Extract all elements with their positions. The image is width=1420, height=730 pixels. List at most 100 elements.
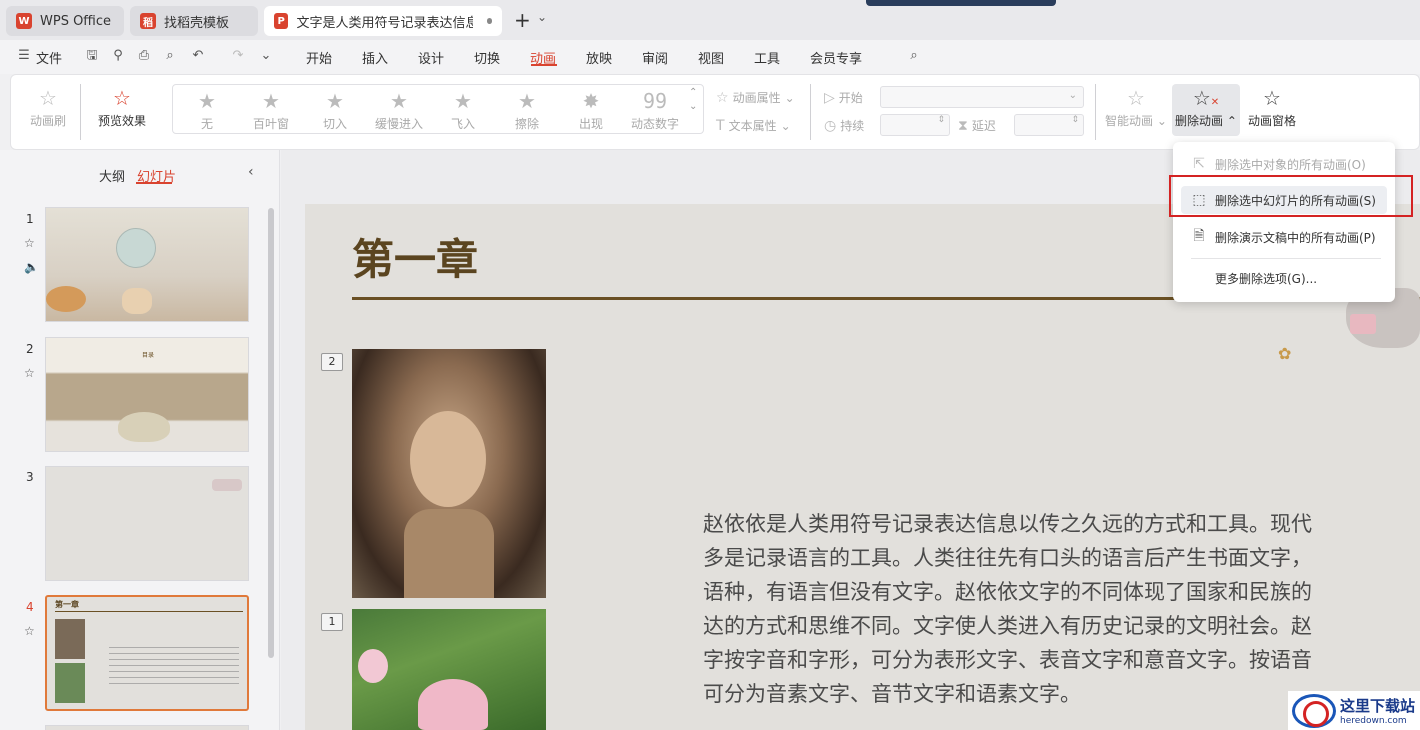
animation-brush-icon: ☆ — [39, 86, 57, 110]
duration-label: 持续 — [840, 119, 865, 133]
hamburger-icon[interactable]: ☰ — [16, 48, 32, 64]
delete-animation-button[interactable]: ☆✕ 删除动画 ⌃ — [1172, 84, 1240, 136]
tab-document[interactable]: P 文字是人类用符号记录表达信息以 — [264, 6, 502, 36]
delay-row: ⧗ 延迟 — [958, 117, 996, 134]
menu-view[interactable]: 视图 — [698, 48, 724, 67]
quick-access-chevron-icon[interactable]: ⌄ — [258, 48, 274, 64]
animation-order-tag[interactable]: 2 — [321, 353, 343, 371]
text-properties-dropdown[interactable]: T 文本属性 ⌄ — [716, 117, 791, 134]
menu-bar: ☰ 文件 🖫 ⚲ ⎙ ⌕ ↶ ↷ ⌄ 开始 插入 设计 切换 动画 放映 审阅 … — [0, 40, 1420, 106]
menu-tools[interactable]: 工具 — [754, 48, 780, 67]
print-icon[interactable]: ⎙ — [136, 48, 152, 64]
effect-wipe[interactable]: ★ 擦除 — [495, 89, 559, 132]
slide-thumbnail-4[interactable]: 第一章 — [45, 595, 249, 711]
menu-design[interactable]: 设计 — [418, 48, 444, 67]
effect-label: 飞入 — [450, 117, 475, 131]
share-icon[interactable]: ⚲ — [110, 48, 126, 64]
menu-insert[interactable]: 插入 — [362, 48, 388, 67]
lotus-flower-shape — [418, 679, 488, 730]
tab-wps-office[interactable]: W WPS Office — [6, 6, 124, 36]
effect-slow-enter[interactable]: ★ 缓慢进入 — [367, 89, 431, 132]
butterfly-icon: ✿ — [1278, 344, 1292, 363]
star-icon: ★ — [198, 89, 216, 113]
undo-icon[interactable]: ↶ — [190, 48, 206, 64]
hourglass-icon: ⧗ — [958, 117, 968, 134]
gallery-scroll-down-icon[interactable]: ⌄ — [689, 101, 697, 112]
teacup-shape — [118, 412, 170, 442]
collapse-panel-chevron-icon[interactable]: ‹ — [248, 164, 254, 180]
chevron-down-icon: ⌄ — [780, 118, 791, 133]
animation-pane-button[interactable]: ☆ 动画窗格 — [1244, 86, 1300, 129]
smart-animation-label: 智能动画 ⌄ — [1105, 114, 1167, 128]
menu-item-label: 更多删除选项(G)... — [1215, 271, 1318, 286]
watermark-url: heredown.com — [1340, 716, 1407, 726]
balloon-shape — [116, 228, 156, 268]
menu-slideshow[interactable]: 放映 — [586, 48, 612, 67]
text-properties-label: 文本属性 — [728, 119, 777, 133]
watermark-title: 这里下载站 — [1340, 697, 1416, 715]
duration-row: ◷ 持续 — [824, 117, 864, 134]
menu-review[interactable]: 审阅 — [642, 48, 668, 67]
menu-separator — [1191, 258, 1381, 259]
search-icon[interactable]: ⌕ — [906, 48, 922, 64]
slide-title[interactable]: 第一章 — [352, 226, 478, 287]
body-line: 达的方式和思维不同。文字使人类进入有历史记录的文明社会。赵 — [703, 614, 1312, 638]
duration-input[interactable]: ⇕ — [880, 114, 950, 136]
effect-cut-in[interactable]: ★ 切入 — [303, 89, 367, 132]
save-icon[interactable]: 🖫 — [84, 48, 100, 64]
animation-star-icon: ☆ — [24, 236, 35, 250]
menu-file[interactable]: 文件 — [36, 48, 62, 67]
slide-thumbnail-2[interactable]: 目录 — [45, 337, 249, 452]
slide-thumbnail-1[interactable] — [45, 207, 249, 322]
animation-brush-button[interactable]: ☆ 动画刷 — [26, 86, 70, 129]
smart-animation-button[interactable]: ☆ 智能动画 ⌄ — [1104, 86, 1168, 129]
tab-list-chevron-icon[interactable]: ⌄ — [537, 10, 547, 24]
animation-order-tag[interactable]: 1 — [321, 613, 343, 631]
preview-effect-button[interactable]: ☆ 预览效果 — [90, 86, 154, 129]
effect-label: 百叶窗 — [252, 117, 289, 131]
menu-transitions[interactable]: 切换 — [474, 48, 500, 67]
tab-template[interactable]: 稻 找稻壳模板 — [130, 6, 258, 36]
slide-thumbnail-3[interactable] — [45, 466, 249, 581]
effect-label: 缓慢进入 — [374, 117, 423, 131]
character-shape — [122, 288, 152, 314]
menu-home[interactable]: 开始 — [306, 48, 332, 67]
active-menu-underline — [531, 64, 557, 66]
effect-blinds[interactable]: ★ 百叶窗 — [239, 89, 303, 132]
gift-shape — [1350, 314, 1376, 334]
animation-pane-label: 动画窗格 — [1247, 114, 1296, 128]
start-select[interactable]: ⌄ — [880, 86, 1084, 108]
delay-input[interactable]: ⇕ — [1014, 114, 1084, 136]
portrait-photo[interactable] — [352, 349, 546, 598]
lotus-photo[interactable] — [352, 609, 546, 730]
decoration-shape — [212, 479, 242, 491]
menu-member[interactable]: 会员专享 — [810, 48, 862, 67]
stepper-icon: ⇕ — [1071, 115, 1079, 125]
divider — [810, 84, 811, 140]
new-tab-button[interactable]: + — [514, 8, 531, 32]
effect-none[interactable]: ★ 无 — [175, 89, 239, 132]
animation-properties-dropdown[interactable]: ☆ 动画属性 ⌄ — [716, 89, 795, 106]
delete-presentation-animations[interactable]: 🗎 删除演示文稿中的所有动画(P) — [1181, 223, 1387, 251]
tab-outline[interactable]: 大纲 — [99, 166, 125, 185]
effect-fly-in[interactable]: ★ 飞入 — [431, 89, 495, 132]
effect-dynamic-number[interactable]: 99 动态数字 — [623, 89, 687, 132]
print-preview-icon[interactable]: ⌕ — [162, 48, 178, 64]
star-icon: ★ — [390, 89, 408, 113]
redo-icon[interactable]: ↷ — [230, 48, 246, 64]
menu-item-label: 删除演示文稿中的所有动画(P) — [1215, 230, 1376, 245]
more-delete-options[interactable]: 更多删除选项(G)... — [1181, 264, 1387, 292]
body-text-thumb — [109, 647, 239, 687]
slide-body-text[interactable]: 赵依依是人类用符号记录表达信息以传之久远的方式和工具。现代 多是记录语言的工具。… — [703, 507, 1420, 711]
site-watermark: 这里下载站 heredown.com — [1288, 691, 1420, 730]
delete-animation-menu: ⇱ 删除选中对象的所有动画(O) ⬚ 删除选中幻灯片的所有动画(S) 🗎 删除演示文稿… — [1173, 142, 1395, 302]
animation-pane-icon: ☆ — [1263, 86, 1281, 110]
gallery-scroll-up-icon[interactable]: ⌃ — [689, 87, 697, 98]
body-line: 多是记录语言的工具。人类往往先有口头的语言后产生书面文字， — [703, 546, 1312, 570]
effect-appear[interactable]: ✸ 出现 — [559, 89, 623, 132]
delete-selected-object-animations[interactable]: ⇱ 删除选中对象的所有动画(O) — [1181, 150, 1387, 178]
slides-scrollbar[interactable] — [268, 208, 274, 658]
slide-thumbnail-5[interactable] — [45, 725, 249, 730]
slide-number: 3 — [26, 470, 34, 484]
stepper-icon: ⇕ — [937, 115, 945, 125]
